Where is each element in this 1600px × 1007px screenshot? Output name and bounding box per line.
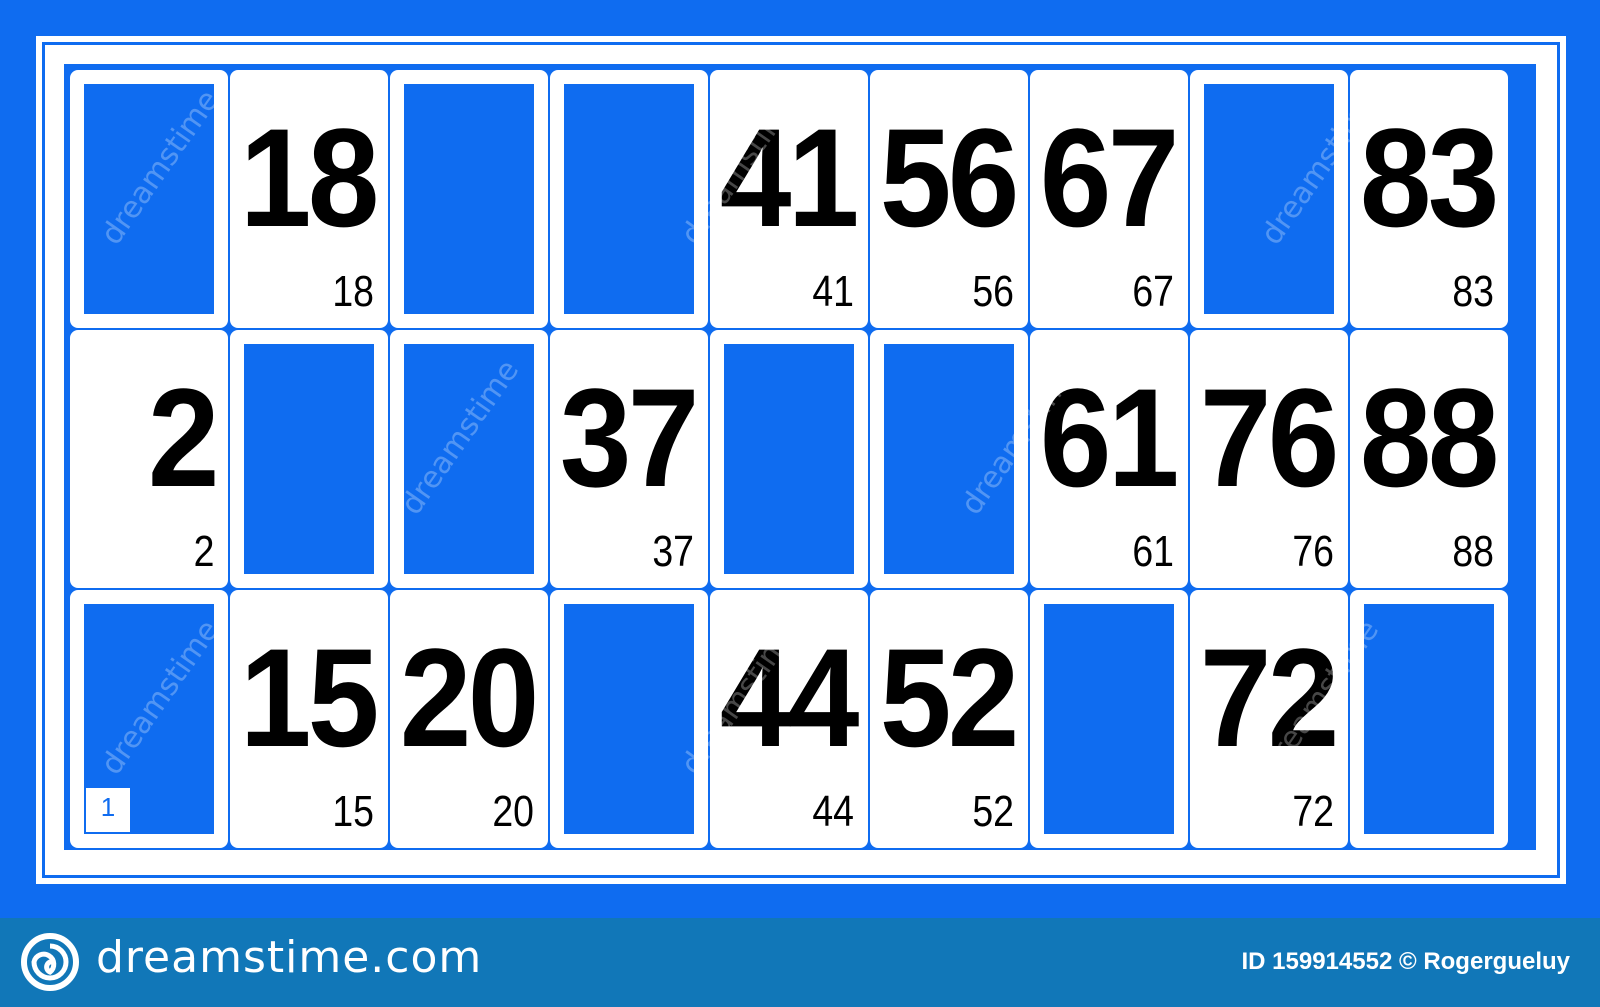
cell-number-small: 44	[812, 787, 854, 836]
blank-cell	[870, 330, 1028, 588]
blank-cell	[70, 70, 228, 328]
cell-number: 15	[240, 619, 380, 776]
cell-number-small: 56	[972, 267, 1014, 316]
number-cell: 56 56	[870, 70, 1028, 328]
number-cell: 83 83	[1350, 70, 1508, 328]
cell-number: 88	[1360, 359, 1500, 516]
cell-number: 18	[240, 99, 380, 256]
blank-cell-fill	[404, 344, 534, 574]
cell-number-small: 83	[1452, 267, 1494, 316]
number-cell: 61 61	[1030, 330, 1188, 588]
card-id-box: 1	[86, 788, 130, 832]
footer-credit: ID 159914552 © Rogergueluy	[1241, 948, 1571, 975]
cell-number: 41	[720, 99, 860, 256]
cell-number-small: 20	[492, 787, 534, 836]
blank-cell	[230, 330, 388, 588]
cell-number-small: 72	[1292, 787, 1334, 836]
blank-cell-fill	[404, 84, 534, 314]
cell-number: 20	[400, 619, 540, 776]
number-cell: 52 52	[870, 590, 1028, 848]
cell-number-small: 88	[1452, 527, 1494, 576]
cell-number-small: 41	[812, 267, 854, 316]
footer-bar: dreamstime.com ID 159914552 © Rogerguelu…	[0, 918, 1600, 1007]
cell-number: 56	[880, 99, 1020, 256]
blank-cell	[1190, 70, 1348, 328]
blank-cell-fill	[564, 84, 694, 314]
blank-cell-fill	[244, 344, 374, 574]
blank-cell	[390, 70, 548, 328]
number-cell: 15 15	[230, 590, 388, 848]
cell-number-small: 37	[652, 527, 694, 576]
cell-number: 61	[1040, 359, 1180, 516]
number-cell: 37 37	[550, 330, 708, 588]
cell-number: 44	[720, 619, 860, 776]
blank-cell-fill	[884, 344, 1014, 574]
cell-number-small: 67	[1132, 267, 1174, 316]
cell-number-small: 76	[1292, 527, 1334, 576]
blank-cell-fill	[724, 344, 854, 574]
blank-cell	[710, 330, 868, 588]
number-cell: 22	[70, 330, 228, 588]
cell-number-small: 2	[193, 527, 214, 576]
number-cell: 20 20	[390, 590, 548, 848]
footer-site-name: dreamstime.com	[96, 932, 483, 983]
cell-number-small: 61	[1132, 527, 1174, 576]
blank-cell-fill	[1044, 604, 1174, 834]
cell-number: 2	[148, 359, 220, 516]
cell-number: 52	[880, 619, 1020, 776]
blank-cell-fill	[84, 84, 214, 314]
cell-number: 72	[1200, 619, 1340, 776]
cell-number: 37	[560, 359, 700, 516]
number-cell: 41 41	[710, 70, 868, 328]
number-cell: 67 67	[1030, 70, 1188, 328]
number-cell: 88 88	[1350, 330, 1508, 588]
cell-number-small: 18	[332, 267, 374, 316]
blank-cell	[1030, 590, 1188, 848]
number-cell: 76 76	[1190, 330, 1348, 588]
cell-number-small: 52	[972, 787, 1014, 836]
spiral-logo-icon	[21, 933, 79, 991]
blank-cell-fill	[1204, 84, 1334, 314]
cell-number-small: 15	[332, 787, 374, 836]
cell-number: 83	[1360, 99, 1500, 256]
cell-number: 67	[1040, 99, 1180, 256]
cell-number: 76	[1200, 359, 1340, 516]
number-cell: 72 72	[1190, 590, 1348, 848]
blank-cell-fill	[1364, 604, 1494, 834]
blank-cell	[550, 590, 708, 848]
blank-cell-fill	[564, 604, 694, 834]
blank-cell	[550, 70, 708, 328]
card-id: 1	[100, 792, 116, 822]
blank-cell	[390, 330, 548, 588]
number-cell: 44 44	[710, 590, 868, 848]
blank-cell	[1350, 590, 1508, 848]
number-cell: 18 18	[230, 70, 388, 328]
